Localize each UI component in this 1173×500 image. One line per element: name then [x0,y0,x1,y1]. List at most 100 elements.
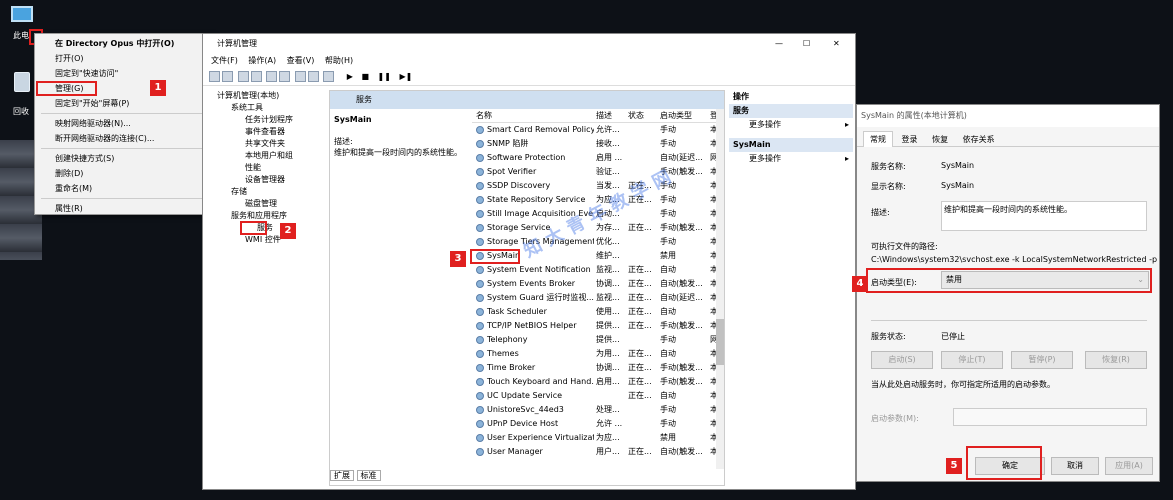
tree-wmi[interactable]: WMI 控件 [217,234,327,246]
tree-shared-folders[interactable]: 共享文件夹 [217,138,327,150]
menu-file[interactable]: 文件(F) [211,56,238,65]
tab-standard[interactable]: 标准 [356,470,381,481]
service-row[interactable]: User Experience Virtualizat... 为应... 禁用本 [472,431,724,445]
menu-open-dopus[interactable]: 在 Directory Opus 中打开(O) [35,36,213,51]
tab-dependencies[interactable]: 依存关系 [957,132,1001,147]
gear-icon [476,237,484,246]
tree-performance[interactable]: 性能 [217,162,327,174]
service-row[interactable]: UC Update Service 正在... 自动本 [472,389,724,403]
restart-icon[interactable]: ▶❚ [400,72,413,81]
tab-logon[interactable]: 登录 [896,132,924,147]
pause-icon[interactable]: ❚❚ [378,72,391,81]
menu-map-drive[interactable]: 映射网络驱动器(N)... [35,116,213,131]
tree-services[interactable]: 服务 [217,222,327,234]
menu-pin-quick-access[interactable]: 固定到"快速访问" [35,66,213,81]
export-icon[interactable] [294,71,306,82]
forward-icon[interactable] [222,71,233,82]
service-row[interactable]: UnistoreSvc_44ed3 处理... 手动本 [472,403,724,417]
resume-button[interactable]: 恢复(R) [1085,351,1147,369]
column-startup-type[interactable]: 启动类型 [660,109,692,123]
service-row[interactable]: Themes 为用... 正在... 自动本 [472,347,724,361]
properties-icon[interactable] [266,71,278,82]
cancel-button[interactable]: 取消 [1051,457,1099,475]
up-icon[interactable] [237,71,249,82]
menu-properties[interactable]: 属性(R) [35,201,213,216]
service-name: SNMP 陷阱 [476,137,594,151]
service-row[interactable]: System Event Notification ... 监视... 正在... 自… [472,263,724,277]
refresh-icon[interactable] [279,71,291,82]
service-row[interactable]: SNMP 陷阱 接收... 手动本 [472,137,724,151]
service-row[interactable]: System Events Broker 协调... 正在... 自动(触发... 本 [472,277,724,291]
tree-disk-management[interactable]: 磁盘管理 [217,198,327,210]
service-row[interactable]: Spot Verifier 验证... 手动(触发... 本 [472,165,724,179]
show-tree-icon[interactable] [250,71,262,82]
scrollbar[interactable] [716,109,724,469]
gear-icon [476,391,484,400]
service-row[interactable]: User Manager 用户... 正在... 自动(触发... 本 [472,445,724,459]
help-icon[interactable] [307,71,319,82]
menu-rename[interactable]: 重命名(M) [35,181,213,196]
step-badge-5: 5 [946,458,962,474]
service-row[interactable]: System Guard 运行时监视... 监视... 正在... 自动(延迟... 本 [472,291,724,305]
tree-storage[interactable]: 存储 [217,186,327,198]
service-row[interactable]: Storage Tiers Management 优化... 手动本 [472,235,724,249]
maximize-button[interactable]: ☐ [803,34,810,54]
service-row[interactable]: UPnP Device Host 允许 ... 手动本 [472,417,724,431]
minimize-button[interactable]: — [775,34,783,54]
menu-delete[interactable]: 删除(D) [35,166,213,181]
start-params-input[interactable] [953,408,1147,426]
menu-view[interactable]: 查看(V) [287,56,315,65]
service-startup: 手动 [660,237,676,246]
apply-button[interactable]: 应用(A) [1105,457,1153,475]
service-name: Telephony [476,333,594,347]
column-name[interactable]: 名称 [476,109,492,123]
stop-icon[interactable]: ■ [361,72,369,81]
action-more-1[interactable]: 更多操作 ▸ [729,118,853,132]
service-row[interactable]: Software Protection 启用 ... 自动(延迟... 网 [472,151,724,165]
tab-recovery[interactable]: 恢复 [926,132,954,147]
start-button[interactable]: 启动(S) [871,351,933,369]
service-name-text: TCP/IP NetBIOS Helper [487,321,577,330]
menu-create-shortcut[interactable]: 创建快捷方式(S) [35,151,213,166]
service-row[interactable]: SSDP Discovery 当发... 正在... 手动本 [472,179,724,193]
tree-device-manager[interactable]: 设备管理器 [217,174,327,186]
actions-group-services[interactable]: 服务 [729,104,853,118]
service-name-text: Time Broker [487,363,536,372]
menu-disconnect-drive[interactable]: 断开网络驱动器的连接(C)... [35,131,213,146]
tree-system-tools[interactable]: 系统工具 [217,102,327,114]
menu-help[interactable]: 帮助(H) [325,56,353,65]
service-row[interactable]: Telephony 提供... 手动网 [472,333,724,347]
service-row[interactable]: Time Broker 协调... 正在... 手动(触发... 本 [472,361,724,375]
tree-local-users[interactable]: 本地用户和组 [217,150,327,162]
stop-button[interactable]: 停止(T) [941,351,1003,369]
tab-extended[interactable]: 扩展 [330,470,354,481]
service-description: 维护... [596,251,620,260]
scrollbar-thumb[interactable] [716,319,724,365]
menu-pin-start[interactable]: 固定到"开始"屏幕(P) [35,96,213,111]
column-description[interactable]: 描述 [596,109,612,123]
play-icon[interactable]: ▶ [347,72,353,81]
tree-computer-management[interactable]: 计算机管理(本地) [217,90,327,102]
service-row[interactable]: TCP/IP NetBIOS Helper 提供... 正在... 手动(触发... 本 [472,319,724,333]
tree-event-viewer[interactable]: 事件查看器 [217,126,327,138]
service-name: User Manager [476,445,594,459]
tree-task-scheduler[interactable]: 任务计划程序 [217,114,327,126]
menu-open[interactable]: 打开(O) [35,51,213,66]
service-row[interactable]: Task Scheduler 使用... 正在... 自动本 [472,305,724,319]
menu-action[interactable]: 操作(A) [248,56,276,65]
service-row[interactable]: Touch Keyboard and Hand... 启用... 正在... 手动(触… [472,375,724,389]
tab-general[interactable]: 常规 [863,131,893,147]
close-button[interactable]: ✕ [833,34,840,54]
tree-services-apps[interactable]: 服务和应用程序 [217,210,327,222]
pause-button[interactable]: 暂停(P) [1011,351,1073,369]
description-field[interactable]: 维护和提高一段时间内的系统性能。 [941,201,1147,231]
service-row[interactable]: Smart Card Removal Policy 允许... 手动本 [472,123,724,137]
actions-group-sysmain[interactable]: SysMain [729,138,853,152]
column-status[interactable]: 状态 [628,109,644,123]
action-more-2[interactable]: 更多操作 ▸ [729,152,853,166]
view-icon[interactable] [323,71,335,82]
service-description: 为应... [596,433,620,442]
service-name-text: Software Protection [487,153,566,162]
back-icon[interactable] [209,71,220,82]
service-startup: 手动(触发... [660,363,703,372]
